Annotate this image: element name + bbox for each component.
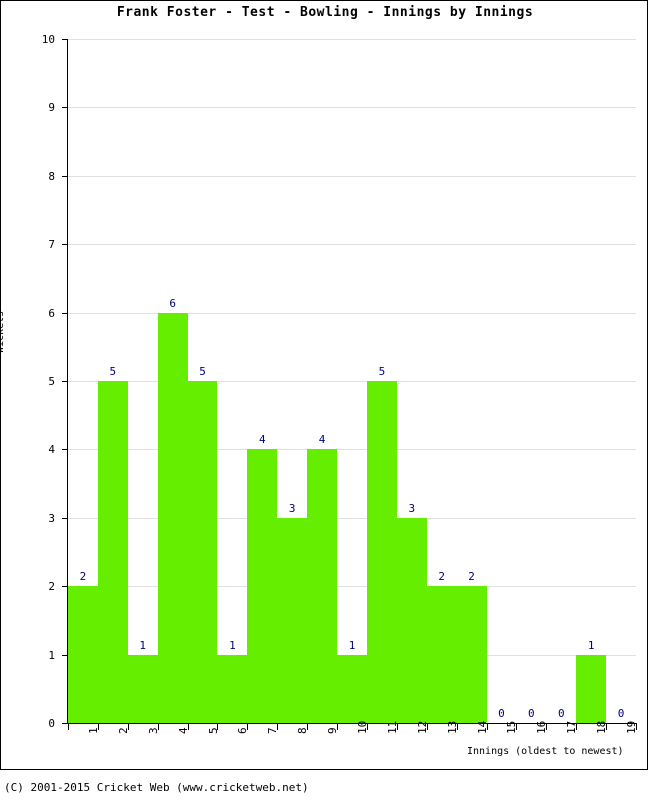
x-tick-label-17: 17	[565, 720, 579, 734]
gridline-y-4	[68, 449, 636, 451]
x-tick-label-8: 8	[296, 727, 310, 734]
bar-value-label-11: 5	[378, 365, 386, 378]
x-axis-title: Innings (oldest to newest)	[467, 746, 624, 757]
bar-value-label-8: 3	[288, 501, 296, 515]
copyright-footer: (C) 2001-2015 Cricket Web (www.cricketwe…	[4, 781, 309, 794]
y-tick-label-5: 5	[48, 375, 55, 388]
gridline-y-6	[68, 312, 636, 314]
y-tick-mark-8	[62, 175, 68, 177]
bar-value-label-5: 5	[199, 365, 206, 378]
y-tick-mark-9	[62, 107, 68, 109]
y-tick-label-9: 9	[48, 101, 55, 115]
y-axis-title: Wickets	[0, 310, 6, 353]
y-tick-label-0: 0	[48, 717, 55, 730]
bar-innings-5	[187, 381, 218, 723]
y-tick-label-6: 6	[48, 306, 55, 320]
bar-value-label-12: 3	[408, 501, 416, 515]
y-tick-mark-10	[62, 39, 68, 40]
bar-value-label-14: 2	[468, 570, 475, 584]
x-tick-label-19: 19	[625, 720, 639, 734]
bar-innings-9	[307, 449, 338, 723]
bar-innings-6	[217, 654, 248, 723]
bar-value-label-4: 6	[169, 296, 176, 310]
bar-value-label-13: 2	[438, 570, 445, 584]
x-tick-label-13: 13	[445, 720, 459, 734]
bar-innings-2	[97, 381, 128, 723]
x-tick-label-2: 2	[116, 727, 130, 734]
bar-innings-1	[68, 586, 98, 723]
x-tick-label-9: 9	[326, 727, 340, 734]
bar-innings-14	[456, 586, 487, 723]
bar-innings-13	[426, 586, 457, 723]
x-tick-mark-0	[68, 724, 69, 730]
y-tick-label-3: 3	[48, 511, 55, 525]
y-tick-mark-4	[62, 449, 68, 451]
bar-value-label-10: 1	[348, 638, 356, 652]
x-tick-label-14: 14	[475, 720, 489, 734]
y-tick-mark-1	[62, 654, 68, 656]
bar-value-label-16: 0	[528, 707, 535, 720]
x-axis-line	[67, 723, 637, 724]
y-tick-label-8: 8	[48, 169, 55, 183]
y-tick-mark-2	[62, 586, 68, 588]
bar-value-label-18: 1	[587, 638, 595, 652]
x-tick-label-1: 1	[86, 727, 100, 734]
gridline-y-9	[68, 107, 636, 109]
x-tick-label-10: 10	[356, 720, 369, 734]
bar-value-label-2: 5	[109, 365, 117, 378]
gridline-y-5	[68, 381, 636, 382]
plot-area	[68, 39, 636, 723]
x-tick-label-15: 15	[505, 720, 519, 734]
x-tick-label-11: 11	[385, 720, 399, 734]
chart-root: Frank Foster - Test - Bowling - Innings …	[0, 0, 650, 800]
bar-value-label-1: 2	[79, 570, 87, 584]
bar-innings-3	[127, 654, 158, 723]
y-tick-mark-6	[62, 312, 68, 314]
y-tick-mark-3	[62, 517, 68, 519]
x-tick-label-18: 18	[595, 720, 609, 734]
bar-value-label-3: 1	[139, 638, 147, 652]
y-tick-label-4: 4	[48, 443, 55, 457]
bar-innings-10	[337, 654, 367, 723]
bar-value-label-9: 4	[318, 433, 326, 447]
x-tick-label-5: 5	[206, 727, 220, 734]
gridline-y-7	[68, 244, 636, 246]
x-tick-label-3: 3	[146, 727, 160, 734]
bar-innings-12	[396, 517, 427, 723]
gridline-y-3	[68, 517, 636, 519]
x-tick-label-12: 12	[415, 720, 429, 734]
bar-value-label-7: 4	[259, 433, 266, 447]
gridline-y-2	[68, 586, 636, 588]
chart-frame: Frank Foster - Test - Bowling - Innings …	[0, 0, 648, 770]
bar-value-label-6: 1	[229, 638, 236, 652]
bar-value-label-15: 0	[498, 707, 505, 720]
bar-value-label-17: 0	[557, 707, 565, 720]
gridline-y-8	[68, 175, 636, 177]
bar-innings-7	[247, 449, 278, 723]
y-tick-label-10: 10	[41, 33, 55, 46]
bar-innings-11	[366, 381, 397, 723]
y-tick-mark-7	[62, 244, 68, 246]
bar-innings-18	[576, 654, 607, 723]
x-tick-label-6: 6	[236, 727, 250, 734]
x-tick-label-4: 4	[176, 727, 190, 734]
y-tick-label-7: 7	[48, 238, 55, 252]
x-tick-label-7: 7	[266, 727, 280, 734]
bar-innings-4	[157, 312, 188, 723]
gridline-y-10	[68, 39, 636, 40]
bar-innings-8	[277, 517, 308, 723]
y-tick-label-1: 1	[48, 648, 55, 662]
x-tick-label-16: 16	[535, 720, 549, 734]
y-tick-mark-5	[62, 381, 68, 382]
bar-value-label-19: 0	[617, 707, 625, 720]
y-tick-label-2: 2	[48, 580, 55, 594]
chart-title: Frank Foster - Test - Bowling - Innings …	[116, 5, 534, 20]
